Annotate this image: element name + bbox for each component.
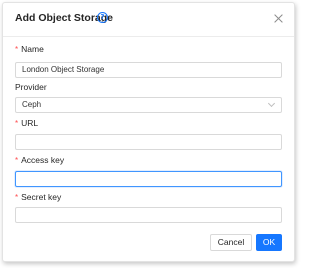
access-key-input[interactable] [15, 171, 282, 187]
add-object-storage-dialog: Add Object Storage ? * Name London Object… [2, 2, 295, 262]
chevron-down-icon [267, 99, 276, 108]
url-input[interactable] [15, 134, 282, 150]
secret-key-input[interactable] [15, 207, 282, 223]
required-marker: * [15, 193, 19, 202]
secret-key-label-text: Secret key [21, 192, 62, 202]
name-label-text: Name [21, 44, 44, 54]
question-circle-icon[interactable]: ? [97, 12, 108, 23]
cancel-button[interactable]: Cancel [210, 234, 252, 251]
provider-label-text: Provider [15, 82, 47, 92]
access-key-label: * Access key [15, 155, 64, 165]
dialog-header: Add Object Storage ? [3, 3, 294, 37]
close-icon[interactable] [274, 14, 283, 23]
ok-button[interactable]: OK [256, 234, 282, 251]
url-label: * URL [15, 118, 38, 128]
access-key-label-text: Access key [21, 155, 65, 165]
provider-select-value: Ceph [22, 100, 42, 109]
name-input[interactable]: London Object Storage [15, 62, 282, 78]
provider-label: Provider [15, 82, 47, 92]
required-marker: * [15, 45, 19, 54]
secret-key-label: * Secret key [15, 192, 61, 202]
name-input-value: London Object Storage [22, 65, 105, 74]
required-marker: * [15, 156, 19, 165]
url-label-text: URL [21, 118, 39, 128]
provider-select[interactable]: Ceph [15, 97, 282, 113]
name-label: * Name [15, 44, 44, 54]
required-marker: * [15, 119, 19, 128]
